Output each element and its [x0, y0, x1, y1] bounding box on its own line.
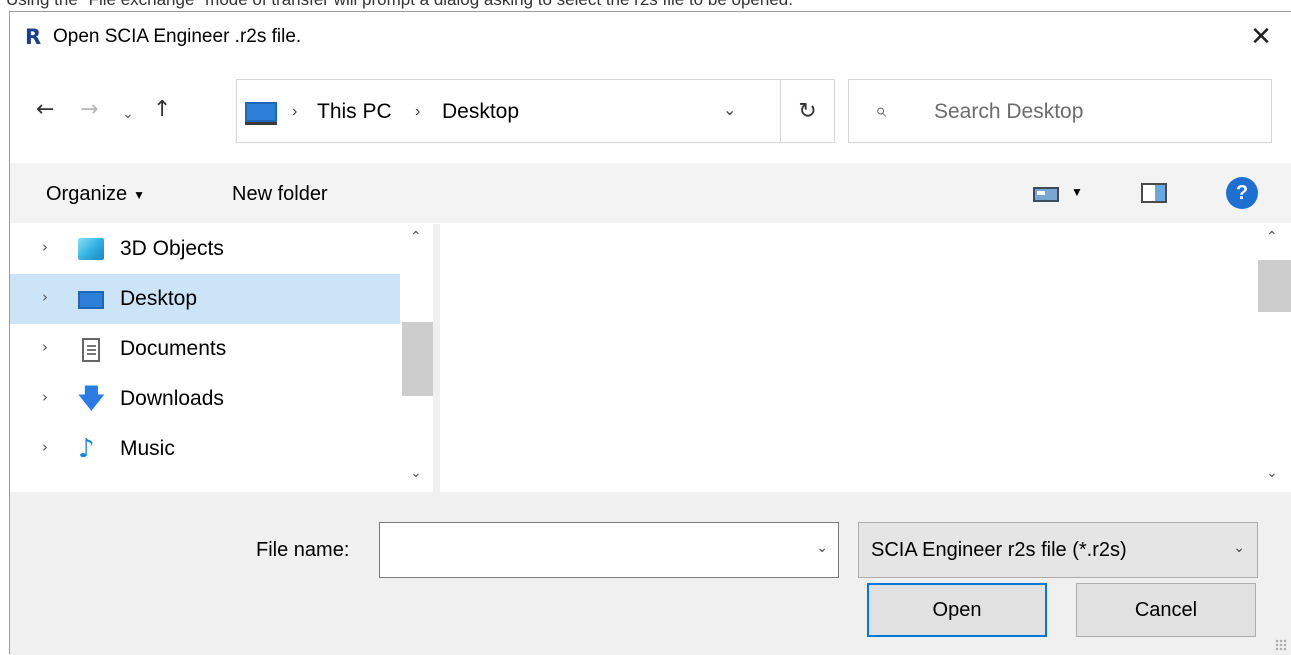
tree-item-label: Downloads [120, 387, 224, 410]
expand-chevron-icon[interactable]: › [42, 438, 48, 456]
dialog-title: Open SCIA Engineer .r2s file. [53, 26, 302, 47]
navigation-bar: ← → ⌄ ↑ › This PC › Desktop ⌄ ↻ ⌕ Search… [10, 79, 1291, 143]
open-file-dialog: R Open SCIA Engineer .r2s file. ✕ ← → ⌄ … [9, 11, 1291, 655]
scroll-up-icon[interactable]: ⌃ [410, 228, 422, 245]
scrollbar-thumb[interactable] [1258, 260, 1291, 312]
search-icon: ⌕ [875, 98, 887, 122]
breadcrumb-separator-icon[interactable]: › [415, 98, 420, 126]
navigation-pane: › 3D Objects › Desktop › Documents › 🡇 D… [10, 224, 434, 492]
3d-objects-icon [78, 238, 104, 260]
resize-grip-icon[interactable] [1275, 639, 1287, 651]
tree-item-desktop[interactable]: › Desktop [10, 274, 400, 324]
breadcrumb-separator-icon[interactable]: › [292, 98, 297, 126]
forward-arrow-icon[interactable]: → [80, 95, 98, 125]
file-type-value: SCIA Engineer r2s file (*.r2s) [871, 539, 1127, 561]
navigation-pane-scrollbar[interactable]: ⌃ ⌄ [400, 224, 434, 492]
file-list-scrollbar[interactable]: ⌃ ⌄ [1255, 224, 1291, 492]
desktop-icon [78, 291, 104, 309]
organize-label: Organize [46, 183, 128, 205]
tree-item-downloads[interactable]: › 🡇 Downloads [10, 374, 400, 424]
command-toolbar: Organize ▼ New folder ▼ ? [10, 163, 1291, 223]
up-arrow-icon[interactable]: ↑ [153, 95, 171, 125]
caption-text: Using the "File exchange" mode of transf… [0, 0, 1291, 10]
tree-item-label: Desktop [120, 287, 198, 310]
music-icon: ♪ [78, 434, 95, 464]
organize-button[interactable]: Organize ▼ [46, 181, 145, 208]
file-name-input[interactable] [380, 523, 800, 577]
scroll-up-icon[interactable]: ⌃ [1266, 228, 1278, 245]
title-bar: R Open SCIA Engineer .r2s file. ✕ [10, 12, 1291, 62]
breadcrumb-desktop[interactable]: Desktop [442, 98, 519, 126]
expand-chevron-icon[interactable]: › [42, 238, 48, 256]
help-icon[interactable]: ? [1226, 177, 1258, 209]
revit-app-icon: R [25, 25, 42, 49]
new-folder-button[interactable]: New folder [232, 181, 328, 207]
pane-splitter[interactable] [433, 224, 440, 492]
tree-item-music[interactable]: › ♪ Music [10, 424, 400, 474]
view-options-caret-icon[interactable]: ▼ [1071, 185, 1083, 199]
tree-item-label: Music [120, 437, 175, 460]
change-view-icon[interactable] [1033, 187, 1059, 202]
close-icon[interactable]: ✕ [1241, 20, 1281, 54]
tree-item-3d-objects[interactable]: › 3D Objects [10, 224, 400, 274]
tree-item-documents[interactable]: › Documents [10, 324, 400, 374]
dialog-footer: File name: ⌄ SCIA Engineer r2s file (*.r… [10, 492, 1291, 655]
file-type-select[interactable]: SCIA Engineer r2s file (*.r2s) ⌄ [858, 522, 1258, 578]
scroll-down-icon[interactable]: ⌄ [1266, 464, 1278, 481]
refresh-icon: ↻ [798, 98, 817, 124]
address-dropdown-icon[interactable]: ⌄ [723, 100, 736, 120]
file-name-label: File name: [256, 539, 350, 561]
cancel-button[interactable]: Cancel [1076, 583, 1256, 637]
expand-chevron-icon[interactable]: › [42, 338, 48, 356]
file-list-area[interactable] [440, 224, 1255, 492]
search-box[interactable]: ⌕ Search Desktop [848, 79, 1272, 143]
preview-pane-icon[interactable] [1141, 183, 1167, 203]
chevron-down-icon: ⌄ [1233, 539, 1245, 555]
file-name-combobox[interactable]: ⌄ [379, 522, 839, 578]
expand-chevron-icon[interactable]: › [42, 388, 48, 406]
tree-item-partial[interactable] [10, 474, 400, 492]
scroll-down-icon[interactable]: ⌄ [410, 464, 422, 481]
tree-item-label: Documents [120, 337, 227, 360]
address-bar[interactable]: › This PC › Desktop ⌄ [236, 79, 781, 143]
refresh-button[interactable]: ↻ [781, 79, 835, 143]
back-arrow-icon[interactable]: ← [36, 95, 54, 125]
downloads-icon: 🡇 [78, 384, 105, 414]
breadcrumb-this-pc[interactable]: This PC [317, 98, 392, 126]
this-pc-icon [245, 102, 277, 125]
open-button[interactable]: Open [867, 583, 1047, 637]
caret-down-icon: ▼ [133, 187, 146, 202]
documents-icon [82, 338, 100, 362]
chevron-down-icon[interactable]: ⌄ [816, 539, 828, 556]
tree-item-label: 3D Objects [120, 237, 224, 260]
expand-chevron-icon[interactable]: › [42, 288, 48, 306]
recent-locations-chevron-icon[interactable]: ⌄ [122, 99, 134, 129]
search-input[interactable]: Search Desktop [934, 98, 1083, 126]
scrollbar-thumb[interactable] [402, 322, 434, 396]
